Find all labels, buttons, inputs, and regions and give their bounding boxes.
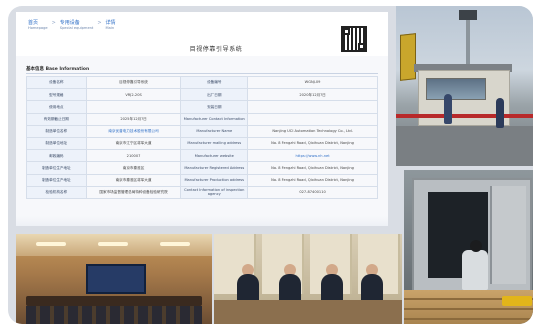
field-value: 2025年12月?日 bbox=[85, 112, 182, 126]
pallet-jack bbox=[502, 296, 532, 306]
field-label: Manufacturer mailing address bbox=[180, 136, 249, 151]
worker-figure bbox=[444, 94, 452, 124]
breadcrumb-item-special-equipment[interactable]: 专用设备 Special equipment bbox=[60, 20, 94, 31]
document-fade bbox=[16, 216, 388, 226]
qr-code-icon bbox=[341, 26, 367, 52]
field-label: Manufacturer Name bbox=[180, 124, 249, 138]
field-label: Contact Information of inspection agency bbox=[180, 185, 249, 199]
breadcrumb-separator: > bbox=[51, 20, 56, 26]
field-value: 210007 bbox=[85, 149, 182, 163]
breadcrumb-separator: > bbox=[97, 20, 102, 26]
yellow-signboard bbox=[400, 33, 416, 81]
projection-screen bbox=[86, 264, 146, 294]
photo-collage: 首页 Homepage > 专用设备 Special equipment > 详… bbox=[8, 6, 533, 324]
field-label: 制造单位生产地址 bbox=[26, 161, 87, 175]
field-value: VRJ2-20S bbox=[85, 88, 182, 102]
field-value: 南京市江宁区将军大道 bbox=[85, 136, 182, 151]
field-label: 出厂日期 bbox=[180, 88, 249, 102]
field-label: 设备名称 bbox=[26, 75, 87, 90]
table-row: 邮政编码 210007 Manufacturer website https://ww… bbox=[26, 149, 378, 163]
table-row: 制造单位生产地址 南京市秦淮区将军大道 Manufacturer Productio… bbox=[26, 173, 378, 187]
field-label: Manufacturer Production address bbox=[180, 173, 249, 187]
table-row: 检验机构名称 国家市场监督管理总局特种设备检验研究院 Contact Informa… bbox=[26, 185, 378, 199]
technician-head bbox=[470, 240, 482, 252]
field-value bbox=[85, 100, 182, 114]
worker-figure bbox=[496, 98, 504, 128]
table-row: 设备名称 目视停靠引导系统 设备编号 WGNJ-09 bbox=[26, 75, 378, 90]
field-label: 检验机构名称 bbox=[26, 185, 87, 199]
field-value bbox=[247, 100, 378, 114]
field-value: 南京市秦淮区将军大道 bbox=[85, 173, 182, 187]
field-label: Manufacturer Contact Information bbox=[180, 112, 249, 126]
conference-hall-photo bbox=[16, 234, 212, 324]
field-value: Nanjing UCI Automation Technology Co., L… bbox=[247, 124, 378, 138]
field-value: 027-87400110 bbox=[247, 185, 378, 199]
breadcrumb-item-home[interactable]: 首页 Homepage bbox=[28, 20, 48, 31]
hall-ceiling bbox=[16, 234, 212, 256]
red-barrier bbox=[396, 114, 533, 118]
section-title: 基本信息 Base Information bbox=[26, 67, 90, 72]
field-label: 安装日期 bbox=[180, 100, 249, 114]
field-value: No. 8 Fengzhi Road, Qixihuan District, N… bbox=[247, 161, 378, 175]
table-row: 制造单位地址 南京市江宁区将军大道 Manufacturer mailing add… bbox=[26, 136, 378, 151]
kiosk-window bbox=[426, 78, 486, 100]
field-value bbox=[247, 112, 378, 126]
field-label: 制造单位生产地址 bbox=[26, 173, 87, 187]
meeting-photo bbox=[214, 234, 402, 324]
table-row: 制造单位生产地址 南京市秦淮区 Manufacturer Registered Ad… bbox=[26, 161, 378, 175]
field-value: 2020年12月?日 bbox=[247, 88, 378, 102]
field-label: 设备编号 bbox=[180, 75, 249, 90]
technician-body bbox=[462, 250, 488, 290]
hall-seating bbox=[26, 306, 202, 324]
document-title: 目视停靠引导系统 bbox=[189, 46, 243, 53]
field-label: 制造单位名称 bbox=[26, 124, 87, 138]
field-label: 型号规格 bbox=[26, 88, 87, 102]
field-value: No. 8 Fengzhi Road, Qixihuan District, N… bbox=[247, 173, 378, 187]
table-row: 使用地点 安装日期 bbox=[26, 100, 378, 114]
breadcrumb-item-detail: 详情 Main bbox=[105, 20, 116, 30]
table-row: 型号规格 VRJ2-20S 出厂日期 2020年12月?日 bbox=[26, 88, 378, 102]
cabinet-door bbox=[490, 186, 526, 284]
document-header: 首页 Homepage > 专用设备 Special equipment > 详… bbox=[16, 12, 388, 56]
field-value: 南京市秦淮区 bbox=[85, 161, 182, 175]
equipment-cabinet-photo bbox=[404, 170, 533, 324]
field-value: No. 8 Fengzhi Road, Qixihuan District, N… bbox=[247, 136, 378, 151]
breadcrumb: 首页 Homepage > 专用设备 Special equipment > 详… bbox=[28, 20, 116, 31]
table-row: 有效期截止日期 2025年12月?日 Manufacturer Contact In… bbox=[26, 112, 378, 126]
field-label: 邮政编码 bbox=[26, 149, 87, 163]
section-divider bbox=[26, 73, 378, 74]
meeting-table bbox=[214, 300, 402, 324]
field-value: 国家市场监督管理总局特种设备检验研究院 bbox=[85, 185, 182, 199]
field-label: 使用地点 bbox=[26, 100, 87, 114]
field-value: 南京优普电力技术股份有限公司 bbox=[85, 124, 182, 138]
field-label: Manufacturer website bbox=[180, 149, 249, 163]
equipment-info-document: 首页 Homepage > 专用设备 Special equipment > 详… bbox=[16, 12, 388, 226]
table-row: 制造单位名称 南京优普电力技术股份有限公司 Manufacturer Name Nan… bbox=[26, 124, 378, 138]
apron-ground bbox=[396, 126, 533, 166]
guidance-display bbox=[459, 10, 477, 20]
field-value: 目视停靠引导系统 bbox=[85, 75, 182, 90]
field-label: Manufacturer Registered Address bbox=[180, 161, 249, 175]
field-value: WGNJ-09 bbox=[247, 75, 378, 90]
field-label: 制造单位地址 bbox=[26, 136, 87, 151]
field-value: https://www.nh.net bbox=[247, 149, 378, 163]
apron-kiosk-photo bbox=[396, 6, 533, 166]
field-label: 有效期截止日期 bbox=[26, 112, 87, 126]
conference-table bbox=[26, 296, 202, 306]
equipment-info-table: 设备名称 目视停靠引导系统 设备编号 WGNJ-09 型号规格 VRJ2-20S 出厂日期 2… bbox=[26, 75, 378, 199]
